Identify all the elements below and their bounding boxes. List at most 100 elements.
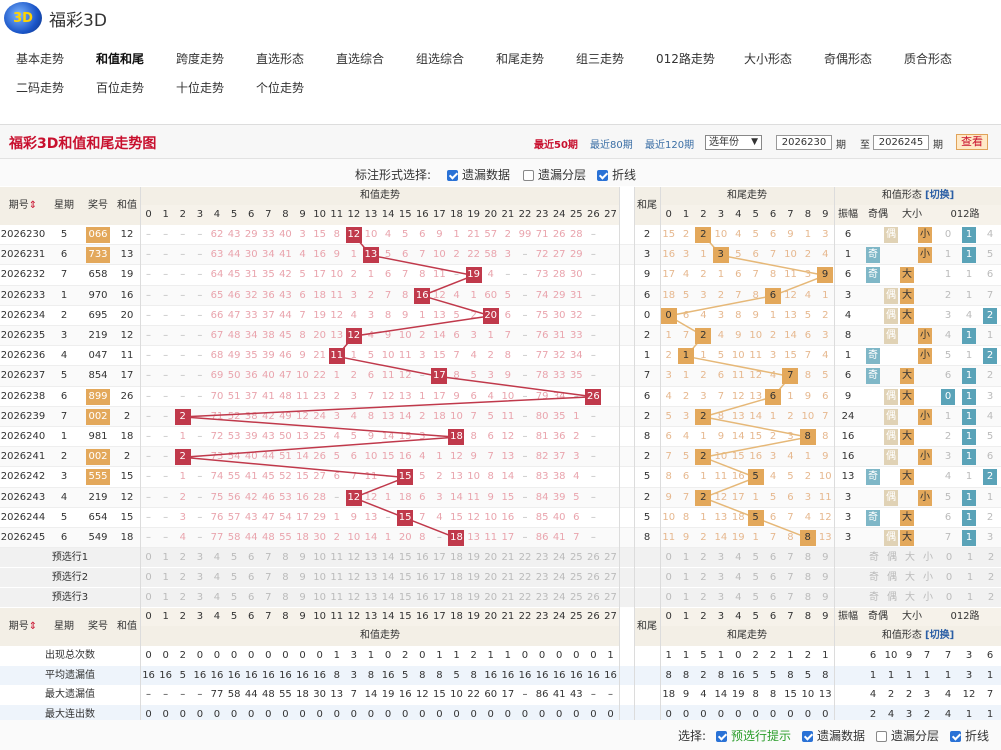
nav-item[interactable]: 质合形态 [904,50,952,67]
preselect-tail-num[interactable]: 9 [817,568,834,588]
preselect-tail-num[interactable]: 3 [712,568,729,588]
preselect-num[interactable]: 26 [585,588,602,608]
preselect-tail-num[interactable]: 2 [695,548,712,568]
preselect-num[interactable]: 4 [208,568,225,588]
preselect-num[interactable]: 10 [311,548,328,568]
preselect-tail-num[interactable]: 0 [660,548,677,568]
preselect-num[interactable]: 16 [414,548,431,568]
preselect-num[interactable]: 15 [397,548,414,568]
nav-item[interactable]: 直选综合 [336,50,384,67]
preselect-route[interactable]: 2 [983,568,999,588]
preselect-tail-num[interactable]: 1 [677,568,694,588]
preselect-num[interactable]: 17 [431,548,448,568]
preselect-num[interactable]: 2 [174,588,191,608]
preselect-num[interactable]: 4 [208,548,225,568]
preselect-route[interactable]: 1 [962,548,978,568]
nav-item[interactable]: 直选形态 [256,50,304,67]
preselect-tail-num[interactable]: 0 [660,588,677,608]
preselect-num[interactable]: 0 [140,588,157,608]
bottom-option-omit-layer[interactable]: 遗漏分层 [876,727,939,744]
nav-item[interactable]: 二码走势 [16,79,64,96]
preselect-num[interactable]: 20 [482,548,499,568]
issue-col-footer[interactable]: 期号⇕ [0,608,46,647]
preselect-tail-num[interactable]: 5 [747,568,764,588]
bottom-option-omit-data[interactable]: 遗漏数据 [802,727,865,744]
range-120-link[interactable]: 最近120期 [645,136,694,151]
nav-item[interactable]: 和尾走势 [496,50,544,67]
preselect-tail-num[interactable]: 2 [695,568,712,588]
preselect-num[interactable]: 24 [551,568,568,588]
preselect-tail-num[interactable]: 0 [660,568,677,588]
preselect-num[interactable]: 19 [465,588,482,608]
preselect-num[interactable]: 7 [260,548,277,568]
preselect-num[interactable]: 3 [191,588,208,608]
preselect-num[interactable]: 8 [277,568,294,588]
bottom-option-preselect[interactable]: 预选行提示 [716,727,791,744]
preselect-num[interactable]: 14 [380,548,397,568]
preselect-tail-num[interactable]: 1 [677,588,694,608]
preselect-num[interactable]: 13 [362,548,379,568]
preselect-form[interactable]: 偶 [884,568,900,588]
preselect-num[interactable]: 11 [328,548,345,568]
preselect-num[interactable]: 1 [157,568,174,588]
preselect-num[interactable]: 22 [516,588,533,608]
bottom-option-line[interactable]: 折线 [950,727,989,744]
preselect-tail-num[interactable]: 9 [817,548,834,568]
preselect-tail-num[interactable]: 8 [799,548,816,568]
preselect-num[interactable]: 0 [140,548,157,568]
preselect-tail-num[interactable]: 7 [782,568,799,588]
switch-link[interactable]: [切换] [925,630,954,641]
preselect-tail-num[interactable]: 6 [764,588,781,608]
preselect-num[interactable]: 9 [294,568,311,588]
range-50-link[interactable]: 最近50期 [534,136,578,151]
preselect-form[interactable]: 奇 [866,588,882,608]
preselect-num[interactable]: 24 [551,588,568,608]
preselect-route[interactable]: 1 [962,588,978,608]
preselect-route[interactable]: 1 [962,568,978,588]
marking-option-omit-data[interactable]: 遗漏数据 [447,166,510,183]
nav-item[interactable]: 组选综合 [416,50,464,67]
preselect-form[interactable]: 偶 [884,548,900,568]
preselect-form[interactable]: 大 [902,568,918,588]
preselect-num[interactable]: 27 [602,568,619,588]
nav-item[interactable]: 十位走势 [176,79,224,96]
preselect-num[interactable]: 23 [534,548,551,568]
switch-link[interactable]: [切换] [925,190,954,201]
nav-item[interactable]: 组三走势 [576,50,624,67]
year-select[interactable]: 选年份 ▼ [705,135,762,150]
preselect-num[interactable]: 12 [345,588,362,608]
preselect-num[interactable]: 5 [226,548,243,568]
preselect-form[interactable]: 大 [902,548,918,568]
preselect-num[interactable]: 14 [380,588,397,608]
from-period-input[interactable]: 2026230 [776,135,832,150]
preselect-num[interactable]: 2 [174,548,191,568]
nav-item[interactable]: 和值和尾 [96,50,144,67]
nav-item[interactable]: 个位走势 [256,79,304,96]
preselect-form[interactable]: 小 [920,568,936,588]
preselect-num[interactable]: 15 [397,588,414,608]
preselect-num[interactable]: 24 [551,548,568,568]
preselect-num[interactable]: 3 [191,568,208,588]
preselect-num[interactable]: 23 [534,568,551,588]
preselect-num[interactable]: 3 [191,548,208,568]
preselect-num[interactable]: 5 [226,588,243,608]
preselect-route[interactable]: 0 [941,548,957,568]
preselect-tail-num[interactable]: 7 [782,588,799,608]
preselect-num[interactable]: 11 [328,568,345,588]
preselect-num[interactable]: 6 [243,548,260,568]
preselect-num[interactable]: 19 [465,548,482,568]
preselect-num[interactable]: 16 [414,568,431,588]
preselect-num[interactable]: 22 [516,548,533,568]
preselect-tail-num[interactable]: 8 [799,568,816,588]
preselect-route[interactable]: 2 [983,588,999,608]
preselect-form[interactable]: 小 [920,548,936,568]
preselect-tail-num[interactable]: 8 [799,588,816,608]
preselect-num[interactable]: 10 [311,568,328,588]
preselect-num[interactable]: 21 [499,588,516,608]
preselect-num[interactable]: 25 [568,568,585,588]
preselect-num[interactable]: 20 [482,588,499,608]
preselect-num[interactable]: 15 [397,568,414,588]
preselect-tail-num[interactable]: 2 [695,588,712,608]
preselect-tail-num[interactable]: 3 [712,588,729,608]
preselect-num[interactable]: 0 [140,568,157,588]
